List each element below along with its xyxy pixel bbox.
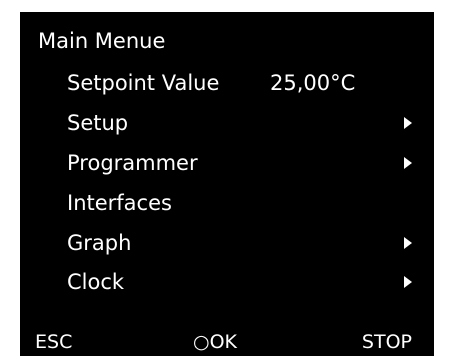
esc-softkey[interactable]: ESC (35, 328, 72, 356)
menu-item-interfaces[interactable]: Interfaces (20, 188, 434, 218)
menu-item-setpoint-value[interactable]: Setpoint Value 25,00°C (20, 68, 434, 98)
menu-item-graph[interactable]: Graph (20, 228, 434, 258)
menu-item-programmer[interactable]: Programmer (20, 148, 434, 178)
submenu-arrow-icon (404, 157, 412, 169)
ok-softkey[interactable]: ○OK (193, 328, 237, 356)
stop-softkey[interactable]: STOP (362, 328, 412, 356)
menu-item-label: Graph (67, 231, 132, 255)
menu-item-label: Interfaces (67, 191, 172, 215)
submenu-arrow-icon (404, 237, 412, 249)
menu-title: Main Menue (38, 29, 166, 53)
submenu-arrow-icon (404, 276, 412, 288)
setpoint-value-readout: 25,00°C (270, 71, 356, 95)
menu-item-clock[interactable]: Clock (20, 267, 434, 297)
menu-item-label: Setup (67, 111, 129, 135)
display-screen: Main Menue Setpoint Value 25,00°C Setup … (20, 12, 434, 356)
softkey-bar: ESC ○OK STOP (20, 328, 434, 356)
menu-item-label: Clock (67, 270, 125, 294)
menu-item-label: Programmer (67, 151, 198, 175)
menu-item-label: Setpoint Value (67, 71, 220, 95)
submenu-arrow-icon (404, 117, 412, 129)
menu-item-setup[interactable]: Setup (20, 108, 434, 138)
